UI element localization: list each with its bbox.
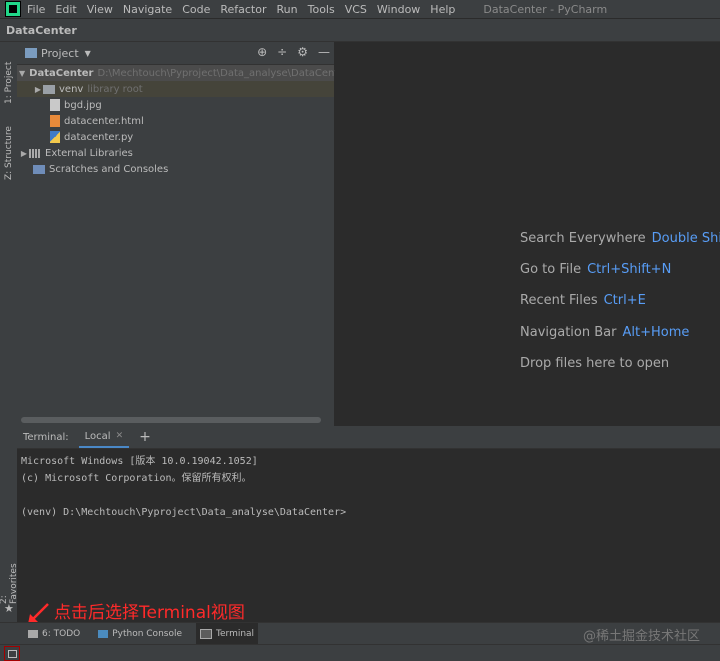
locate-icon[interactable]: ⊕ [257, 45, 267, 59]
collapsed-arrow-icon[interactable]: ▶ [33, 85, 43, 94]
terminal-label: Terminal: [23, 431, 69, 443]
breadcrumb-project[interactable]: DataCenter [6, 24, 77, 37]
hide-icon[interactable]: — [318, 45, 330, 59]
project-header-icons: ⊕ ÷ ⚙ — [257, 45, 330, 59]
terminal-tab-bar: Terminal: Local ✕ + [17, 426, 720, 449]
collapse-icon[interactable]: ÷ [277, 45, 287, 59]
menu-navigate[interactable]: Navigate [123, 3, 172, 16]
terminal-prompt[interactable]: (venv) D:\Mechtouch\Pyproject\Data_analy… [21, 504, 716, 521]
tool-tab-favorites[interactable]: 2: Favorites [0, 552, 19, 604]
menu-file[interactable]: File [27, 3, 45, 16]
hint-text: Recent Files [520, 293, 598, 308]
tool-tab-project[interactable]: 1: Project [2, 48, 16, 104]
hint-text: Drop files here to open [520, 356, 670, 371]
project-view-selector[interactable]: Project [41, 47, 79, 60]
tree-item-datacenter-html[interactable]: datacenter.html [17, 113, 334, 129]
hint-shortcut: Ctrl+E [603, 293, 646, 308]
tree-item-path: D:\Mechtouch\Pyproject\Data_analyse\Data… [97, 67, 349, 79]
tree-item-external-libraries[interactable]: ▶ External Libraries [17, 145, 334, 161]
tree-item-label: External Libraries [45, 147, 133, 159]
tree-item-label: datacenter.html [64, 115, 144, 127]
project-panel: Project ▼ ⊕ ÷ ⚙ — ▼ DataCenter D:\Mechto… [17, 42, 349, 426]
chevron-down-icon[interactable]: ▼ [85, 49, 91, 58]
tree-item-label: DataCenter [29, 67, 94, 79]
hint-search-everywhere: Search Everywhere Double Shift [520, 231, 720, 246]
terminal-icon [200, 629, 213, 639]
tab-todo-label: 6: TODO [42, 629, 81, 639]
menu-help[interactable]: Help [430, 3, 455, 16]
tree-item-scratches[interactable]: Scratches and Consoles [17, 161, 334, 177]
tool-tab-structure[interactable]: Z: Structure [2, 114, 16, 180]
terminal-output[interactable]: Microsoft Windows [版本 10.0.19042.1052] (c… [17, 449, 720, 525]
status-bar [0, 644, 720, 661]
close-icon[interactable]: ✕ [116, 431, 124, 441]
tree-item-label: Scratches and Consoles [49, 163, 169, 175]
project-folder-icon [25, 48, 37, 58]
tool-windows-toggle-icon[interactable] [4, 646, 20, 661]
tree-item-label: datacenter.py [64, 131, 134, 143]
window-title: DataCenter - PyCharm [483, 2, 608, 16]
tree-item-datacenter-py[interactable]: datacenter.py [17, 129, 334, 145]
hint-go-to-file: Go to File Ctrl+Shift+N [520, 262, 671, 277]
html-file-icon [50, 115, 60, 127]
menu-run[interactable]: Run [277, 3, 298, 16]
terminal-panel: Terminal: Local ✕ + Microsoft Windows [版… [17, 426, 720, 622]
expanded-arrow-icon[interactable]: ▼ [19, 69, 25, 78]
library-icon [29, 148, 41, 158]
tree-item-bgd[interactable]: bgd.jpg [17, 97, 334, 113]
tab-python-console[interactable]: Python Console [94, 623, 186, 645]
image-file-icon [50, 99, 60, 111]
tab-local-label: Local [84, 430, 111, 442]
editor-area: Search Everywhere Double Shift Go to File… [335, 42, 720, 426]
star-icon: ★ [4, 602, 14, 615]
hint-text: Navigation Bar [520, 325, 617, 340]
scratches-icon [33, 164, 45, 174]
tree-item-note: library root [87, 83, 143, 95]
folder-icon [43, 84, 55, 94]
collapsed-arrow-icon[interactable]: ▶ [19, 149, 29, 158]
tool-tab-structure-label: Z: Structure [4, 126, 14, 180]
hint-shortcut: Alt+Home [622, 325, 690, 340]
menu-edit[interactable]: Edit [55, 3, 76, 16]
tree-item-datacenter[interactable]: ▼ DataCenter D:\Mechtouch\Pyproject\Data… [17, 65, 349, 81]
hint-shortcut: Double Shift [651, 231, 720, 246]
menu-window[interactable]: Window [377, 3, 420, 16]
left-tool-strip: 1: Project Z: Structure 2: Favorites ★ [0, 42, 19, 660]
tree-item-label: bgd.jpg [64, 99, 102, 111]
menu-tools[interactable]: Tools [308, 3, 335, 16]
python-icon [98, 630, 109, 638]
menu-refactor[interactable]: Refactor [220, 3, 266, 16]
tab-python-console-label: Python Console [112, 629, 183, 639]
terminal-line: Microsoft Windows [版本 10.0.19042.1052] [21, 456, 258, 467]
navigation-bar: DataCenter [0, 19, 720, 42]
watermark: @稀土掘金技术社区 [582, 629, 700, 644]
hint-shortcut: Ctrl+Shift+N [587, 262, 672, 277]
hint-drop-files: Drop files here to open [520, 356, 669, 371]
pycharm-logo-icon [5, 1, 21, 17]
menu-bar: File Edit View Navigate Code Refactor Ru… [0, 0, 720, 18]
list-icon [28, 630, 38, 638]
tab-terminal-label: Terminal [216, 629, 255, 639]
tab-local[interactable]: Local ✕ [78, 426, 130, 448]
menu-view[interactable]: View [87, 3, 113, 16]
gear-icon[interactable]: ⚙ [297, 45, 308, 59]
python-file-icon [50, 131, 60, 143]
horizontal-scrollbar[interactable] [21, 417, 321, 423]
menu-code[interactable]: Code [182, 3, 210, 16]
tab-todo[interactable]: 6: TODO [24, 623, 84, 645]
hint-recent-files: Recent Files Ctrl+E [520, 293, 646, 308]
menu-vcs[interactable]: VCS [345, 3, 367, 16]
hint-text: Search Everywhere [520, 231, 646, 246]
tab-terminal[interactable]: Terminal [196, 623, 259, 645]
new-session-plus-icon[interactable]: + [139, 429, 151, 445]
project-panel-header: Project ▼ ⊕ ÷ ⚙ — [17, 42, 334, 65]
tree-item-label: venv [59, 83, 84, 95]
terminal-line: (c) Microsoft Corporation。保留所有权利。 [21, 473, 252, 484]
annotation-text: 点击后选择Terminal视图 [54, 603, 245, 623]
hint-text: Go to File [520, 262, 582, 277]
hint-navigation-bar: Navigation Bar Alt+Home [520, 325, 689, 340]
tree-item-venv[interactable]: ▶ venv library root [17, 81, 334, 97]
tool-tab-project-label: 1: Project [4, 61, 14, 104]
